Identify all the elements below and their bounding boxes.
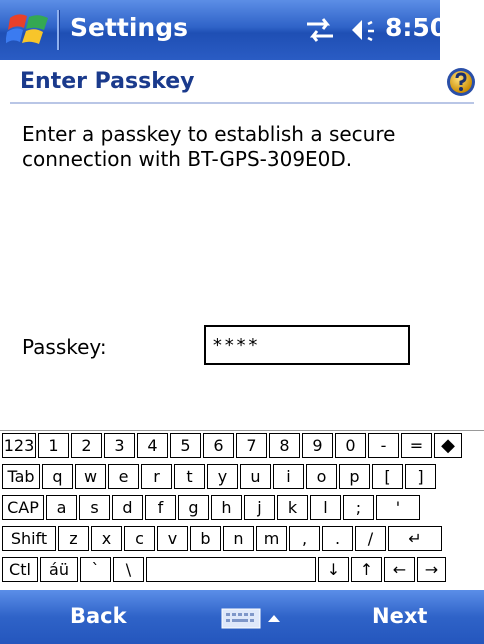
key-b[interactable]: b <box>190 526 221 551</box>
key-m[interactable]: m <box>256 526 287 551</box>
key-p[interactable]: p <box>339 464 370 489</box>
key-i[interactable]: i <box>273 464 304 489</box>
key-=[interactable]: = <box>401 433 432 458</box>
key-7[interactable]: 7 <box>236 433 267 458</box>
key-n[interactable]: n <box>223 526 254 551</box>
key-accents[interactable]: áü <box>40 557 78 582</box>
key-backtick[interactable]: ` <box>80 557 111 582</box>
key-0[interactable]: 0 <box>335 433 366 458</box>
next-softkey[interactable]: Next <box>372 604 427 628</box>
key-[[interactable]: [ <box>372 464 403 489</box>
passkey-label: Passkey: <box>22 335 107 359</box>
key-'[interactable]: ' <box>376 495 420 520</box>
key-4[interactable]: 4 <box>137 433 168 458</box>
key-v[interactable]: v <box>157 526 188 551</box>
instruction-text: Enter a passkey to establish a secure co… <box>22 122 396 171</box>
key-left[interactable]: ← <box>384 557 415 582</box>
key-tab[interactable]: Tab <box>2 464 40 489</box>
key-q[interactable]: q <box>42 464 73 489</box>
key-x[interactable]: x <box>91 526 122 551</box>
key--[interactable]: - <box>368 433 399 458</box>
key-k[interactable]: k <box>277 495 308 520</box>
key-/[interactable]: / <box>355 526 386 551</box>
key-o[interactable]: o <box>306 464 337 489</box>
key-,[interactable]: , <box>289 526 320 551</box>
key-;[interactable]: ; <box>343 495 374 520</box>
clock[interactable]: 8:50 <box>385 13 447 42</box>
key-s[interactable]: s <box>79 495 110 520</box>
key-3[interactable]: 3 <box>104 433 135 458</box>
key-.[interactable]: . <box>322 526 353 551</box>
key-w[interactable]: w <box>75 464 106 489</box>
key-caps[interactable]: CAP <box>2 495 44 520</box>
key-right[interactable]: → <box>417 557 446 582</box>
key-9[interactable]: 9 <box>302 433 333 458</box>
key-backslash[interactable]: \ <box>113 557 144 582</box>
key-2[interactable]: 2 <box>71 433 102 458</box>
key-f[interactable]: f <box>145 495 176 520</box>
key-123[interactable]: 123 <box>2 433 36 458</box>
key-1[interactable]: 1 <box>38 433 69 458</box>
key-a[interactable]: a <box>46 495 77 520</box>
input-panel-keyboard-icon[interactable] <box>220 606 284 630</box>
page-title: Enter Passkey <box>20 69 195 94</box>
key-enter[interactable]: ↵ <box>388 526 442 551</box>
key-space[interactable] <box>146 557 316 582</box>
passkey-input[interactable] <box>204 325 410 365</box>
key-e[interactable]: e <box>108 464 139 489</box>
key-j[interactable]: j <box>244 495 275 520</box>
key-t[interactable]: t <box>174 464 205 489</box>
softkey-bar: Back Next <box>0 590 484 644</box>
key-h[interactable]: h <box>211 495 242 520</box>
key-z[interactable]: z <box>58 526 89 551</box>
key-8[interactable]: 8 <box>269 433 300 458</box>
help-icon[interactable] <box>445 66 477 98</box>
on-screen-keyboard: 123 1 2 3 4 5 6 7 8 9 0- = ◆ Tab q w e r t y u i o p[] CAP a s d f… <box>0 430 484 587</box>
title-separator <box>57 10 60 50</box>
key-y[interactable]: y <box>207 464 238 489</box>
app-title: Settings <box>70 13 189 42</box>
key-d[interactable]: d <box>112 495 143 520</box>
key-6[interactable]: 6 <box>203 433 234 458</box>
key-up[interactable]: ↑ <box>351 557 382 582</box>
start-menu-icon[interactable] <box>6 8 52 52</box>
back-softkey[interactable]: Back <box>70 604 127 628</box>
key-][interactable]: ] <box>405 464 436 489</box>
header-divider <box>10 102 474 104</box>
title-bar: Settings 8:50 <box>0 0 484 60</box>
close-button[interactable] <box>440 0 484 60</box>
volume-icon[interactable] <box>348 16 382 46</box>
key-backspace[interactable]: ◆ <box>434 433 462 458</box>
connectivity-icon[interactable] <box>303 14 337 46</box>
key-c[interactable]: c <box>124 526 155 551</box>
key-5[interactable]: 5 <box>170 433 201 458</box>
page-header: Enter Passkey <box>0 60 484 104</box>
key-down[interactable]: ↓ <box>318 557 349 582</box>
key-l[interactable]: l <box>310 495 341 520</box>
key-shift[interactable]: Shift <box>2 526 56 551</box>
key-r[interactable]: r <box>141 464 172 489</box>
key-g[interactable]: g <box>178 495 209 520</box>
key-ctrl[interactable]: Ctl <box>2 557 38 582</box>
key-u[interactable]: u <box>240 464 271 489</box>
